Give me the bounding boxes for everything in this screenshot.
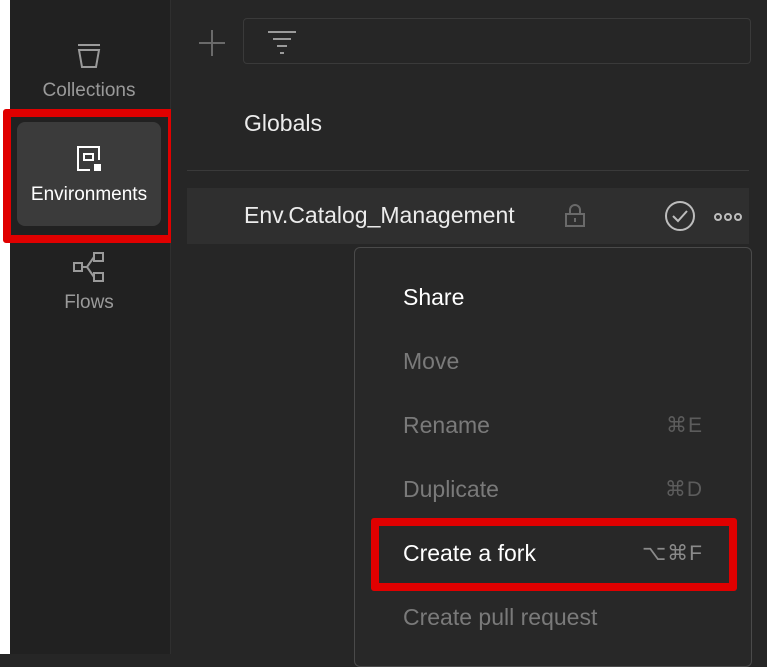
menu-item-label: Move	[403, 347, 460, 374]
menu-item-shortcut: ⌘D	[664, 477, 703, 501]
menu-item-label: Duplicate	[403, 475, 499, 502]
more-options-icon[interactable]	[713, 210, 743, 228]
menu-item-label: Share	[403, 283, 465, 310]
sidebar-item-collections[interactable]: Collections	[17, 18, 161, 122]
environment-icon	[74, 142, 104, 176]
menu-item-create-pull-request[interactable]: Create pull request	[355, 585, 751, 649]
menu-item-move[interactable]: Move	[355, 329, 751, 393]
filter-icon[interactable]	[266, 29, 298, 60]
lock-icon	[564, 204, 586, 233]
menu-item-create-fork[interactable]: Create a fork ⌥⌘F	[355, 521, 751, 585]
menu-item-label: Rename	[403, 411, 490, 438]
sidebar-item-label: Flows	[64, 292, 114, 313]
menu-item-shortcut: ⌘E	[665, 413, 703, 437]
plus-icon[interactable]	[197, 26, 227, 60]
context-menu: Share Move Rename ⌘E Duplicate ⌘D Create…	[354, 247, 752, 667]
flows-icon	[72, 250, 106, 284]
menu-item-rename[interactable]: Rename ⌘E	[355, 393, 751, 457]
sidebar: Collections Environments Flows	[10, 0, 171, 654]
divider	[187, 170, 749, 171]
menu-item-share[interactable]: Share	[355, 265, 751, 329]
menu-item-shortcut: ⌥⌘F	[641, 541, 703, 565]
sidebar-item-label: Collections	[42, 80, 136, 101]
main-panel: Globals Env.Catalog_Management Share Mov…	[171, 0, 767, 667]
window-edge	[0, 0, 10, 654]
menu-item-label: Create a fork	[403, 539, 536, 566]
environment-name[interactable]: Env.Catalog_Management	[244, 202, 515, 229]
sidebar-item-flows[interactable]: Flows	[17, 230, 161, 334]
environment-row[interactable]: Env.Catalog_Management	[187, 188, 749, 244]
check-circle-icon[interactable]	[664, 200, 696, 237]
globals-item[interactable]: Globals	[244, 110, 322, 137]
sidebar-item-environments[interactable]: Environments	[17, 122, 161, 226]
trash-bin-icon	[74, 38, 104, 72]
menu-item-duplicate[interactable]: Duplicate ⌘D	[355, 457, 751, 521]
menu-item-label: Create pull request	[403, 603, 598, 630]
sidebar-item-label: Environments	[30, 184, 148, 205]
filter-input[interactable]	[243, 18, 751, 64]
